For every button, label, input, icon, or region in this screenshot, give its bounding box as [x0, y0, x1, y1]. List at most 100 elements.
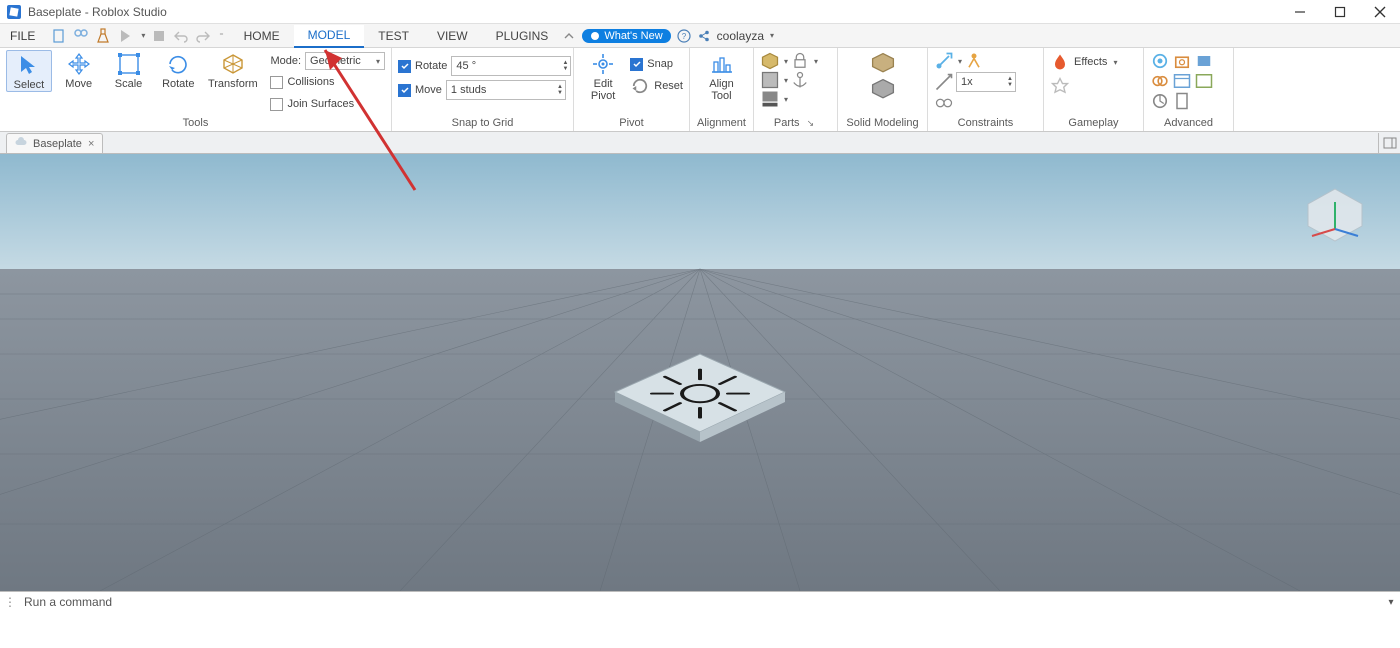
- transform-button[interactable]: Transform: [205, 50, 260, 90]
- select-button[interactable]: Select: [6, 50, 52, 92]
- color-button[interactable]: ▾: [760, 90, 818, 108]
- grip-icon[interactable]: ⋮: [0, 595, 20, 609]
- lock-icon[interactable]: [790, 52, 810, 70]
- tab-test[interactable]: TEST: [364, 24, 423, 47]
- group-alignment: Align Tool Alignment: [690, 48, 754, 131]
- adv-icon-2[interactable]: [1172, 52, 1192, 70]
- move-button[interactable]: Move: [56, 50, 102, 90]
- tab-view[interactable]: VIEW: [423, 24, 482, 47]
- adv-icon-1[interactable]: [1150, 52, 1170, 70]
- spinner-icon[interactable]: ▲▼: [557, 84, 563, 96]
- group-alignment-label: Alignment: [690, 117, 753, 131]
- adv-icon-3[interactable]: [1194, 52, 1214, 70]
- command-history-dropdown[interactable]: ▾: [1382, 597, 1400, 608]
- constraint-scale-value: 1x: [961, 76, 973, 88]
- undo-icon[interactable]: [173, 28, 189, 44]
- cloud-icon: [15, 137, 27, 150]
- move-snap-input[interactable]: 1 studs ▲▼: [446, 80, 566, 100]
- group-advanced-label: Advanced: [1144, 117, 1233, 131]
- reset-pivot-label: Reset: [654, 80, 683, 92]
- effects-label: Effects: [1074, 56, 1107, 68]
- tab-home[interactable]: HOME: [230, 24, 294, 47]
- close-tab-icon[interactable]: ×: [88, 138, 94, 150]
- group-gameplay-label: Gameplay: [1044, 117, 1143, 131]
- move-label: Move: [65, 78, 92, 90]
- spawn-button[interactable]: [1050, 76, 1117, 96]
- help-icon[interactable]: ?: [677, 29, 691, 43]
- transform-icon: [221, 52, 245, 76]
- document-tab[interactable]: Baseplate ×: [6, 133, 103, 153]
- anchor-icon[interactable]: [790, 71, 810, 89]
- window-title: Baseplate - Roblox Studio: [28, 5, 167, 19]
- adv-icon-8[interactable]: [1172, 92, 1192, 110]
- beta-icon[interactable]: [95, 28, 111, 44]
- viewport[interactable]: [0, 154, 1400, 591]
- mode-select[interactable]: Geometric ▾: [305, 52, 385, 70]
- adv-icon-4[interactable]: [1150, 72, 1170, 90]
- constraint-scale-input[interactable]: 1x ▲▼: [956, 72, 1016, 92]
- snap-pivot-checkbox[interactable]: [630, 58, 643, 71]
- constraint-details-icon[interactable]: [964, 52, 984, 70]
- part-button[interactable]: ▾ ▾: [760, 52, 818, 70]
- maximize-button[interactable]: [1320, 0, 1360, 24]
- edit-pivot-label: Edit Pivot: [591, 78, 615, 102]
- move-snap-checkbox[interactable]: [398, 84, 411, 97]
- rotate-icon: [166, 52, 190, 76]
- close-button[interactable]: [1360, 0, 1400, 24]
- whats-new-label: What's New: [604, 30, 662, 42]
- constraint-create-icon[interactable]: [934, 52, 954, 70]
- axis-gizmo[interactable]: [1300, 184, 1370, 244]
- play-icon[interactable]: [117, 28, 133, 44]
- align-icon: [710, 52, 734, 76]
- parts-dialog-launcher[interactable]: ↘: [804, 118, 818, 129]
- spinner-icon[interactable]: ▲▼: [562, 60, 568, 72]
- adv-icon-5[interactable]: [1172, 72, 1192, 90]
- file-menu[interactable]: FILE: [0, 24, 45, 47]
- material-icon: [760, 71, 780, 89]
- rotate-snap-checkbox[interactable]: [398, 60, 411, 73]
- group-tools: Select Move Scale Rotate Transform Mode:: [0, 48, 392, 131]
- collapse-ribbon-icon[interactable]: [562, 29, 576, 43]
- open-icon[interactable]: [73, 28, 89, 44]
- stop-icon[interactable]: [151, 28, 167, 44]
- titlebar: Baseplate - Roblox Studio: [0, 0, 1400, 24]
- tab-model[interactable]: MODEL: [294, 25, 365, 48]
- transform-label: Transform: [208, 78, 258, 90]
- spinner-icon[interactable]: ▲▼: [1007, 76, 1013, 88]
- collisions-checkbox[interactable]: [270, 76, 283, 89]
- rotate-button[interactable]: Rotate: [155, 50, 201, 90]
- share-icon[interactable]: [697, 29, 711, 43]
- whats-new-button[interactable]: What's New: [582, 29, 670, 43]
- adv-icon-6[interactable]: [1194, 72, 1214, 90]
- play-dropdown-icon[interactable]: ▾: [141, 31, 145, 40]
- select-label: Select: [14, 79, 45, 91]
- rotate-label: Rotate: [162, 78, 194, 90]
- output-area: [0, 612, 1400, 648]
- edit-pivot-button[interactable]: Edit Pivot: [580, 50, 626, 102]
- align-tool-button[interactable]: Align Tool: [698, 50, 746, 102]
- redo-icon[interactable]: [195, 28, 211, 44]
- tab-plugins[interactable]: PLUGINS: [482, 24, 563, 47]
- reset-pivot-button[interactable]: Reset: [630, 76, 683, 96]
- chevron-down-icon: ▾: [376, 57, 380, 66]
- minimize-button[interactable]: [1280, 0, 1320, 24]
- union-icon[interactable]: [870, 52, 896, 74]
- new-icon[interactable]: [51, 28, 67, 44]
- adv-icon-7[interactable]: [1150, 92, 1170, 110]
- material-button[interactable]: ▾: [760, 71, 818, 89]
- group-solid: Solid Modeling: [838, 48, 928, 131]
- username-label: coolayza: [717, 29, 764, 43]
- user-dropdown-icon: ▾: [770, 31, 774, 40]
- mode-label: Mode:: [270, 55, 301, 67]
- negate-icon[interactable]: [870, 78, 896, 100]
- group-parts: ▾ ▾ ▾ ▾ Parts ↘: [754, 48, 838, 131]
- panel-toggle-button[interactable]: [1378, 133, 1400, 153]
- scale-button[interactable]: Scale: [106, 50, 152, 90]
- effects-button[interactable]: Effects ▾: [1050, 52, 1117, 72]
- user-menu[interactable]: coolayza ▾: [717, 29, 774, 43]
- qat-customize-icon[interactable]: ⁼: [219, 31, 223, 40]
- show-welds-icon[interactable]: [934, 94, 954, 112]
- join-surfaces-checkbox[interactable]: [270, 98, 283, 111]
- rotate-snap-input[interactable]: 45 ° ▲▼: [451, 56, 571, 76]
- command-input[interactable]: Run a command: [20, 595, 1382, 609]
